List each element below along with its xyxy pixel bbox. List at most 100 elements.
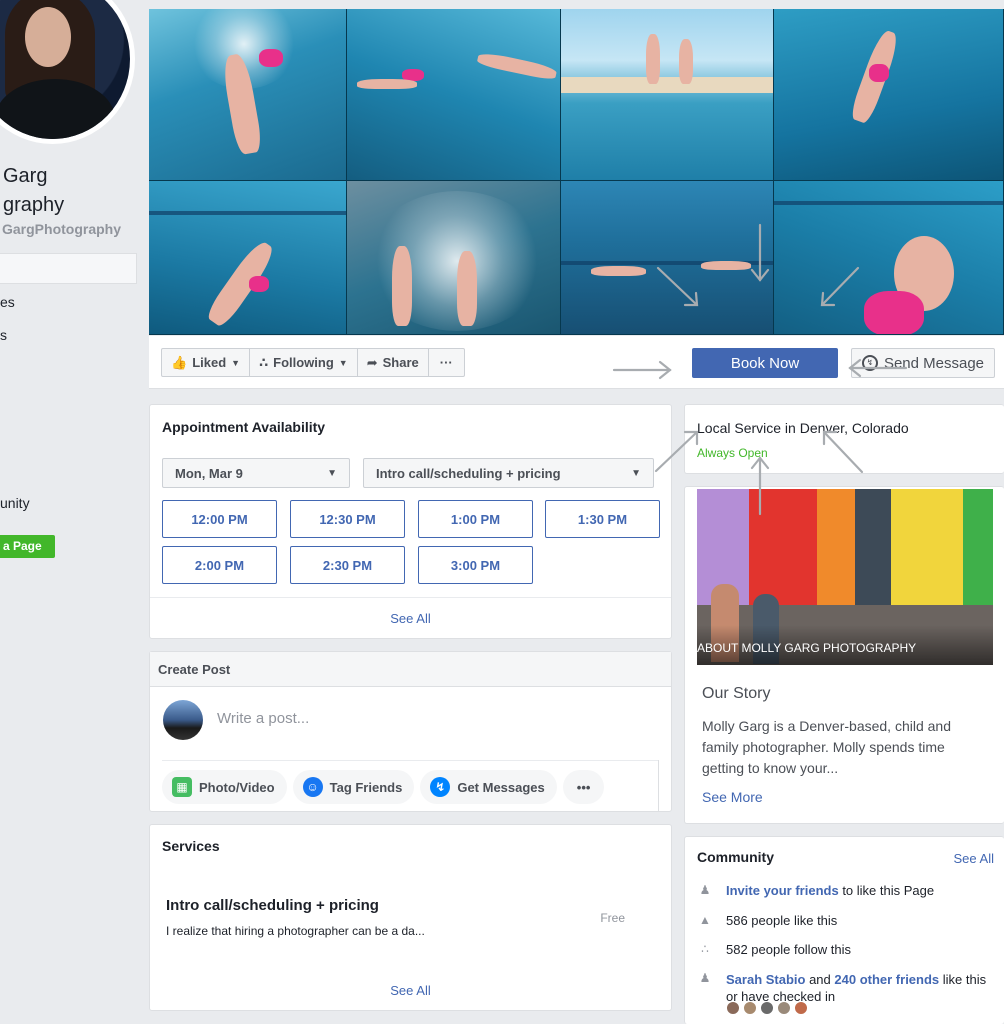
- more-post-options-button[interactable]: •••: [562, 770, 605, 804]
- about-heading: Our Story: [702, 685, 771, 702]
- sidebar-active-item[interactable]: [0, 253, 137, 284]
- thumbs-up-icon: 👍: [171, 354, 188, 370]
- create-page-button[interactable]: a Page: [0, 535, 55, 558]
- sidebar-item-reviews[interactable]: es: [0, 294, 15, 310]
- friend-avatar[interactable]: [726, 1001, 740, 1015]
- date-select[interactable]: Mon, Mar 9 ▼: [162, 458, 350, 488]
- cover-tile: [347, 181, 561, 335]
- time-slot-button[interactable]: 1:00 PM: [418, 500, 533, 538]
- community-follows-row: ∴ 582 people follow this: [697, 942, 851, 957]
- friend-avatar[interactable]: [794, 1001, 808, 1015]
- community-invite-text: Invite your friends to like this Page: [726, 883, 934, 898]
- following-button[interactable]: ∴ Following ▼: [249, 348, 358, 377]
- service-select-value: Intro call/scheduling + pricing: [376, 465, 561, 481]
- friend-avatar[interactable]: [760, 1001, 774, 1015]
- friend-faces: [726, 1001, 808, 1015]
- community-title: Community: [697, 849, 774, 865]
- services-see-all-link[interactable]: See All: [150, 983, 671, 998]
- friends-text: Sarah Stabio and 240 other friends like …: [726, 971, 986, 1005]
- tag-friends-label: Tag Friends: [329, 779, 403, 795]
- community-card: Community See All ♟ Invite your friends …: [684, 836, 1004, 1024]
- tag-friends-button[interactable]: ☺ Tag Friends: [292, 770, 415, 804]
- messenger-icon: ↯: [861, 355, 878, 371]
- page-name[interactable]: Garg graphy: [3, 162, 64, 220]
- liked-label: Liked: [192, 355, 227, 370]
- services-title: Services: [162, 838, 220, 854]
- swimmer: [476, 50, 558, 82]
- time-slot-button[interactable]: 12:00 PM: [162, 500, 277, 538]
- poster-avatar: [163, 700, 203, 740]
- about-text: Molly Garg is a Denver-based, child and …: [702, 718, 952, 776]
- share-button[interactable]: ➦ Share: [356, 348, 429, 377]
- post-actions: ▦ Photo/Video ☺ Tag Friends ↯ Get Messag…: [162, 770, 605, 804]
- time-slot-button[interactable]: 1:30 PM: [545, 500, 660, 538]
- liked-button[interactable]: 👍 Liked ▼: [161, 348, 251, 377]
- divider: [162, 760, 659, 761]
- pool-deck: [561, 77, 773, 93]
- sidebar-item-community[interactable]: unity: [0, 495, 30, 511]
- image-overlay: ABOUT MOLLY GARG PHOTOGRAPHY: [697, 625, 993, 665]
- services-card: Services Intro call/scheduling + pricing…: [149, 824, 672, 1011]
- about-card: ABOUT MOLLY GARG PHOTOGRAPHY Our Story M…: [684, 486, 1004, 824]
- sidebar-item-services[interactable]: s: [0, 327, 7, 343]
- friends-icon: ♟: [699, 971, 711, 985]
- profile-body: [0, 79, 115, 139]
- appointment-card: Appointment Availability Mon, Mar 9 ▼ In…: [149, 404, 672, 639]
- follows-count: 582 people follow this: [726, 942, 852, 957]
- cover-tile: [774, 9, 1004, 181]
- chevron-down-icon: ▼: [338, 357, 348, 368]
- friend-name-link[interactable]: Sarah Stabio: [726, 972, 805, 987]
- swimsuit: [249, 276, 269, 292]
- cover-tile: [561, 9, 774, 181]
- time-slot-button[interactable]: 12:30 PM: [290, 500, 405, 538]
- service-price: Free: [600, 911, 625, 925]
- swimsuit: [259, 49, 283, 67]
- left-sidebar: Garg graphy GargPhotography es s unity a…: [0, 0, 140, 1024]
- appointment-see-all-link[interactable]: See All: [150, 611, 671, 626]
- community-friends-row: ♟ Sarah Stabio and 240 other friends lik…: [697, 971, 987, 1005]
- service-select[interactable]: Intro call/scheduling + pricing ▼: [363, 458, 654, 488]
- cover-tile: [149, 181, 347, 335]
- get-messages-button[interactable]: ↯ Get Messages: [420, 770, 557, 804]
- swimmer: [646, 34, 660, 84]
- see-more-link[interactable]: See More: [702, 789, 763, 805]
- send-message-button[interactable]: ↯ Send Message: [851, 348, 995, 378]
- profile-picture[interactable]: [0, 0, 135, 144]
- more-options-button[interactable]: ···: [427, 348, 465, 377]
- service-description: I realize that hiring a photographer can…: [166, 924, 425, 938]
- community-see-all-link[interactable]: See All: [954, 851, 994, 866]
- get-messages-label: Get Messages: [457, 779, 545, 795]
- invite-friends-link[interactable]: Invite your friends: [726, 883, 839, 898]
- photo-video-button[interactable]: ▦ Photo/Video: [162, 770, 287, 804]
- time-slot-button[interactable]: 2:00 PM: [162, 546, 277, 584]
- messenger-icon: ↯: [430, 777, 451, 797]
- thumbs-up-icon: ▲: [699, 913, 711, 927]
- time-slot-button[interactable]: 3:00 PM: [418, 546, 533, 584]
- book-now-button[interactable]: Book Now: [692, 348, 838, 378]
- about-image[interactable]: ABOUT MOLLY GARG PHOTOGRAPHY: [697, 489, 993, 665]
- lane-line: [149, 211, 346, 215]
- date-select-value: Mon, Mar 9: [175, 465, 243, 481]
- write-post-input[interactable]: Write a post...: [217, 710, 309, 727]
- swimmer: [591, 266, 646, 276]
- and-text: and: [805, 972, 835, 987]
- cover-tile: [347, 9, 561, 181]
- invite-rest: to like this Page: [838, 883, 935, 898]
- create-post-header: Create Post: [150, 652, 671, 687]
- page-buttons: 👍 Liked ▼ ∴ Following ▼ ➦ Share ···: [161, 348, 465, 377]
- swimmer: [357, 79, 417, 89]
- service-name[interactable]: Intro call/scheduling + pricing: [166, 897, 379, 914]
- cover-photo[interactable]: [149, 9, 1004, 335]
- photo-video-label: Photo/Video: [199, 779, 275, 795]
- likes-count: 586 people like this: [726, 913, 838, 928]
- following-label: Following: [273, 355, 334, 370]
- business-category[interactable]: Local Service in Denver, Colorado: [697, 420, 909, 436]
- time-slot-button[interactable]: 2:30 PM: [290, 546, 405, 584]
- send-message-label: Send Message: [883, 354, 985, 372]
- community-likes-row: ▲ 586 people like this: [697, 913, 837, 928]
- friend-avatar[interactable]: [743, 1001, 757, 1015]
- page-handle[interactable]: GargPhotography: [2, 221, 121, 237]
- other-friends-link[interactable]: 240 other friends: [834, 972, 939, 987]
- friend-avatar[interactable]: [777, 1001, 791, 1015]
- cover-tile: [561, 181, 774, 335]
